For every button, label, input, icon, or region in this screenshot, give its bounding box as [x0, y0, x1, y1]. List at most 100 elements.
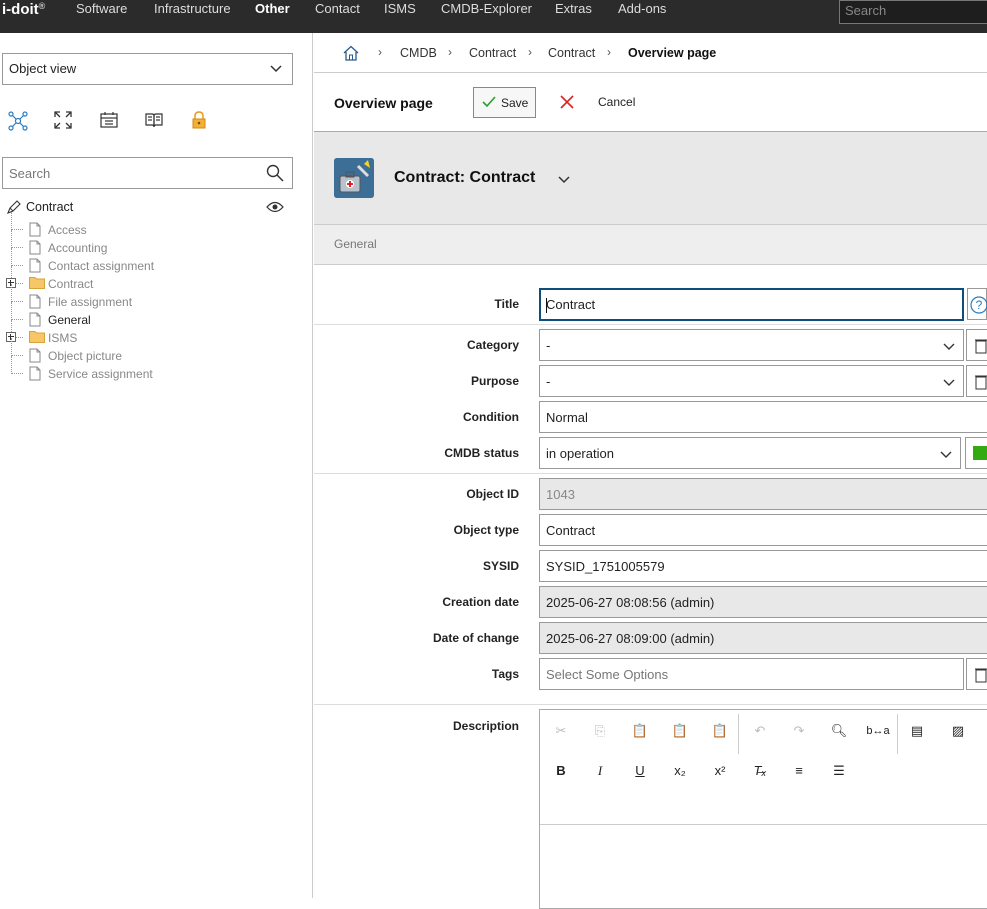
creation-date-label: Creation date: [442, 595, 519, 609]
tree-item-service-assignment[interactable]: Service assignment: [0, 356, 300, 383]
book-icon[interactable]: [145, 111, 167, 133]
tree-search-placeholder: Search: [9, 166, 51, 181]
lock-icon[interactable]: [191, 111, 213, 133]
condition-select[interactable]: Normal: [539, 401, 987, 433]
trash-icon: [975, 667, 987, 686]
trash-icon: [975, 374, 987, 393]
breadcrumb-current: Overview page: [628, 46, 717, 60]
date-of-change-field: 2025-06-27 08:09:00 (admin): [539, 622, 987, 654]
cut-icon: ✂: [555, 723, 567, 738]
tree-item-access[interactable]: Access: [0, 212, 300, 239]
description-editor[interactable]: ✂ ⎘ 📋 📋 📋 ↶ ↷ 🔍︎ b↔a ▤ ▨ B I U x₂ x² T̶ₓ…: [539, 709, 987, 909]
purpose-value: -: [546, 374, 551, 389]
superscript-icon[interactable]: x²: [708, 759, 732, 783]
home-icon[interactable]: [343, 45, 359, 64]
replace-icon[interactable]: b↔a: [866, 719, 890, 743]
tags-input[interactable]: Select Some Options: [539, 658, 964, 690]
object-header: Contract: Contract: [314, 132, 987, 225]
view-mode-select[interactable]: Object view: [2, 53, 293, 85]
chevron-down-icon[interactable]: [558, 172, 570, 187]
nav-item-cmdb-explorer[interactable]: CMDB-Explorer: [441, 1, 532, 16]
tree-item-accounting[interactable]: Accounting: [0, 230, 300, 258]
cmdb-status-label: CMDB status: [444, 446, 519, 460]
underline-icon[interactable]: U: [628, 759, 652, 783]
tags-delete-button[interactable]: [966, 658, 987, 690]
tree-search-input[interactable]: Search: [2, 157, 293, 189]
paste-word-icon[interactable]: 📋: [708, 719, 732, 743]
purpose-select[interactable]: -: [539, 365, 964, 397]
tree-item-file-assignment[interactable]: File assignment: [0, 284, 300, 312]
breadcrumb-contract-type[interactable]: Contract: [469, 46, 516, 60]
nav-item-extras[interactable]: Extras: [555, 1, 592, 16]
object-type-image: [334, 158, 374, 198]
global-search-input[interactable]: Search: [839, 0, 987, 24]
tree-item-object-picture[interactable]: Object picture: [0, 338, 300, 365]
top-navigation-bar: i-doit® Software Infrastructure Other Co…: [0, 0, 987, 33]
trash-icon: [975, 338, 987, 357]
italic-icon[interactable]: I: [588, 759, 612, 783]
numbered-list-icon[interactable]: ≡: [787, 759, 811, 783]
date-of-change-label: Date of change: [432, 631, 519, 645]
chevron-down-icon: [270, 62, 282, 77]
breadcrumb-contract-object[interactable]: Contract: [548, 46, 595, 60]
purpose-delete-button[interactable]: [966, 365, 987, 397]
cmdb-status-color: [965, 437, 987, 469]
category-delete-button[interactable]: [966, 329, 987, 361]
fullscreen-icon[interactable]: [54, 111, 76, 133]
file-icon: [29, 240, 41, 258]
help-button[interactable]: ?: [967, 288, 987, 320]
category-value: -: [546, 338, 551, 353]
purpose-label: Purpose: [470, 374, 519, 388]
chevron-down-icon: [943, 339, 955, 354]
tree-item-general[interactable]: General: [0, 302, 300, 329]
nav-item-add-ons[interactable]: Add-ons: [618, 1, 666, 16]
category-select[interactable]: -: [539, 329, 964, 361]
remove-format-icon[interactable]: T̶ₓ: [748, 759, 772, 783]
nav-item-other[interactable]: Other: [255, 1, 290, 16]
nav-item-software[interactable]: Software: [76, 1, 127, 16]
nav-item-contact[interactable]: Contact: [315, 1, 360, 16]
redo-icon: ↷: [793, 723, 805, 738]
left-sidebar: Object view Search Contract Access Accou…: [0, 33, 313, 898]
tree-item-isms-folder[interactable]: ISMS: [0, 320, 300, 347]
category-label: Category: [466, 338, 519, 352]
editor-content-area[interactable]: [540, 824, 987, 825]
close-icon: [560, 95, 574, 112]
object-type-select[interactable]: Contract: [539, 514, 987, 546]
subscript-icon[interactable]: x₂: [668, 759, 692, 783]
help-icon: ?: [969, 295, 987, 318]
paste-text-icon[interactable]: 📋: [668, 719, 692, 743]
relations-graph-icon[interactable]: [8, 111, 30, 133]
eye-icon[interactable]: [266, 201, 284, 216]
chevron-right-icon: ›: [448, 45, 452, 59]
search-icon[interactable]: [266, 164, 284, 185]
app-logo[interactable]: i-doit®: [2, 1, 45, 18]
file-icon: [29, 294, 41, 312]
tree-item-label: Contract: [48, 277, 94, 291]
chevron-right-icon: ›: [378, 45, 382, 59]
calendar-icon[interactable]: [100, 111, 122, 133]
bold-icon[interactable]: B: [549, 759, 573, 783]
tree-item-contract-folder[interactable]: Contract: [0, 266, 300, 293]
cancel-button[interactable]: Cancel: [558, 87, 635, 118]
bullet-list-icon[interactable]: ☰: [827, 759, 851, 783]
object-id-label: Object ID: [466, 487, 519, 501]
text-caret: [546, 298, 547, 313]
page-title: Overview page: [334, 95, 433, 111]
format-block-icon[interactable]: ▤: [905, 719, 929, 743]
pen-icon: [6, 199, 22, 218]
sysid-input[interactable]: SYSID_1751005579: [539, 550, 987, 582]
find-icon[interactable]: 🔍︎: [827, 719, 851, 743]
tree-item-contact-assignment[interactable]: Contact assignment: [0, 248, 300, 275]
nav-item-isms[interactable]: ISMS: [384, 1, 416, 16]
save-button[interactable]: Save: [473, 87, 536, 118]
cmdb-status-select[interactable]: in operation: [539, 437, 961, 469]
paste-icon[interactable]: 📋: [628, 719, 652, 743]
main-content: › CMDB › Contract › Contract › Overview …: [314, 33, 987, 909]
description-label: Description: [452, 719, 519, 733]
object-type-label: Object type: [453, 523, 519, 537]
title-input[interactable]: Contract: [539, 288, 964, 321]
image-icon[interactable]: ▨: [946, 719, 970, 743]
breadcrumb-cmdb[interactable]: CMDB: [400, 46, 437, 60]
nav-item-infrastructure[interactable]: Infrastructure: [154, 1, 231, 16]
